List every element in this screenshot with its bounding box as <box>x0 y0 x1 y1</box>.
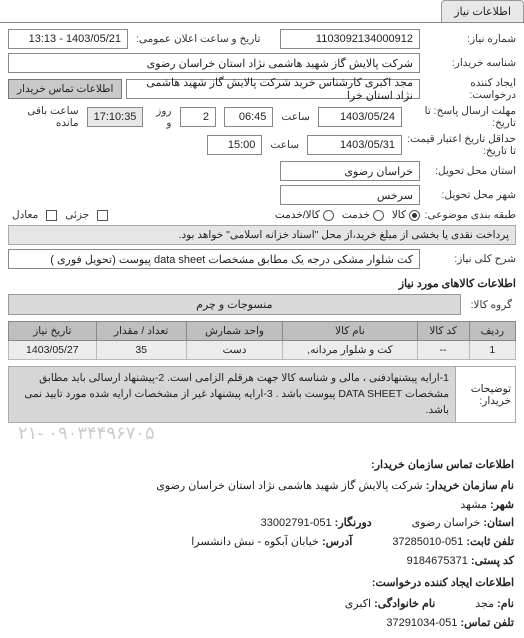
table-row[interactable]: 1 -- کت و شلوار مردانه, دست 35 1403/05/2… <box>9 341 516 360</box>
buyer-label: شناسه خریدار: <box>424 57 516 69</box>
radio-both[interactable]: کالا/خدمت <box>275 209 334 221</box>
rfirst-label: نام: <box>497 598 514 610</box>
rlast-label: نام خانوادگی: <box>374 598 435 610</box>
rfirst-value: مجد <box>475 598 494 610</box>
time-label-2: ساعت <box>266 139 303 151</box>
topic-label: طبقه بندی موضوعی: <box>424 209 516 221</box>
topic-radio-group: کالا خدمت کالا/خدمت <box>275 209 420 221</box>
cell-idx: 1 <box>469 341 515 360</box>
delivery-city-field: سرخس <box>280 185 420 205</box>
postal-label: کد پستی: <box>471 555 514 567</box>
city-label: شهر: <box>490 499 514 511</box>
requester-label: ایجاد کننده درخواست: <box>424 77 516 101</box>
deadline-time-field: 06:45 <box>224 107 273 127</box>
need-no-label: شماره نیاز: <box>424 33 516 45</box>
province-label: استان: <box>483 517 514 529</box>
valid-time-field: 15:00 <box>207 135 262 155</box>
th-code: کد کالا <box>417 322 469 341</box>
payment-note: پرداخت نقدی یا بخشی از مبلغ خرید،از محل … <box>8 225 516 245</box>
contact-title: اطلاعات تماس سازمان خریدار: <box>10 456 514 475</box>
table-header-row: ردیف کد کالا نام کالا واحد شمارش تعداد /… <box>9 322 516 341</box>
equivalent-label: معادل <box>8 209 42 221</box>
partial-label: جزئی <box>61 209 93 221</box>
rphone-value: 051-37291034 <box>386 617 457 629</box>
th-idx: ردیف <box>469 322 515 341</box>
remaining-label: ساعت باقی مانده <box>8 105 83 129</box>
buyer-desc-label: توضیحات خریدار: <box>455 367 515 422</box>
buyer-field: شرکت پالایش گاز شهید هاشمی نژاد استان خر… <box>8 53 420 73</box>
cell-unit: دست <box>186 341 283 360</box>
requester-contact-title: اطلاعات ایجاد کننده درخواست: <box>10 574 514 593</box>
valid-date-field: 1403/05/31 <box>307 135 402 155</box>
desc-key-label: شرح کلی نیاز: <box>424 253 516 265</box>
radio-circle-icon <box>373 210 384 221</box>
rlast-value: اکبری <box>345 598 371 610</box>
radio-service[interactable]: خدمت <box>342 209 384 221</box>
goods-group-value: منسوجات و چرم <box>8 294 461 315</box>
goods-section-title: اطلاعات کالاهای مورد نیاز <box>8 277 516 290</box>
phone-label: تلفن ثابت: <box>466 536 514 548</box>
cell-date: 1403/05/27 <box>9 341 97 360</box>
valid-label: حداقل تاریخ اعتبار قیمت: تا تاریخ: <box>406 133 516 157</box>
cell-name: کت و شلوار مردانه, <box>283 341 417 360</box>
time-label-1: ساعت <box>277 111 314 123</box>
fax-label: دورنگار: <box>335 517 372 529</box>
phone-value: 051-37285010 <box>392 536 463 548</box>
delivery-state-field: خراسان رضوی <box>280 161 420 181</box>
tab-need-info[interactable]: اطلاعات نیاز <box>441 0 524 22</box>
th-date: تاریخ نیاز <box>9 322 97 341</box>
buyer-contact-button[interactable]: اطلاعات تماس خریدار <box>8 79 122 99</box>
deadline-date-field: 1403/05/24 <box>318 107 402 127</box>
th-name: نام کالا <box>283 322 417 341</box>
delivery-city-label: شهر محل تحویل: <box>424 189 516 201</box>
radio-service-label: خدمت <box>342 209 370 221</box>
city-value: مشهد <box>460 499 487 511</box>
radio-goods-label: کالا <box>392 209 406 221</box>
buyer-desc-text: 1-ارایه پیشنهادفنی ، مالی و شناسه کالا ج… <box>9 367 455 422</box>
requester-field: مجد اکبری کارشناس خرید شرکت پالایش گاز ش… <box>126 79 420 99</box>
announce-field: 1403/05/21 - 13:13 <box>8 29 128 49</box>
partial-checkbox[interactable] <box>97 210 108 221</box>
announce-label: تاریخ و ساعت اعلان عمومی: <box>132 33 264 45</box>
goods-group-label: گروه کالا: <box>467 299 516 311</box>
equivalent-checkbox[interactable] <box>46 210 57 221</box>
th-qty: تعداد / مقدار <box>96 322 186 341</box>
fax-value: 051-33002791 <box>261 517 332 529</box>
th-unit: واحد شمارش <box>186 322 283 341</box>
province-value: خراسان رضوی <box>412 517 481 529</box>
org-label: نام سازمان خریدار: <box>426 480 514 492</box>
radio-circle-icon <box>323 210 334 221</box>
deadline-label: مهلت ارسال پاسخ: تا تاریخ: <box>406 105 516 129</box>
radio-circle-icon <box>409 210 420 221</box>
delivery-state-label: استان محل تحویل: <box>424 165 516 177</box>
rphone-label: تلفن تماس: <box>460 617 514 629</box>
days-and-label: روز و <box>147 105 175 129</box>
days-remaining-field: 2 <box>180 107 216 127</box>
address-value: خیابان آبکوه - نبش دانشسرا <box>191 536 319 548</box>
radio-goods[interactable]: کالا <box>392 209 420 221</box>
address-label: آدرس: <box>322 536 352 548</box>
remaining-time-field: 17:10:35 <box>87 107 144 127</box>
radio-both-label: کالا/خدمت <box>275 209 320 221</box>
watermark: ۰۹۰۳۴۴۹۶۷۰۵ -۲۱ <box>8 423 516 444</box>
desc-key-field: کت شلوار مشکی درجه یک مطابق مشخصات data … <box>8 249 420 269</box>
need-no-field: 1103092134000912 <box>280 29 420 49</box>
cell-code: -- <box>417 341 469 360</box>
goods-table: ردیف کد کالا نام کالا واحد شمارش تعداد /… <box>8 321 516 360</box>
cell-qty: 35 <box>96 341 186 360</box>
postal-value: 9184675371 <box>407 555 468 567</box>
org-value: شرکت پالایش گاز شهید هاشمی نژاد استان خر… <box>156 480 422 492</box>
